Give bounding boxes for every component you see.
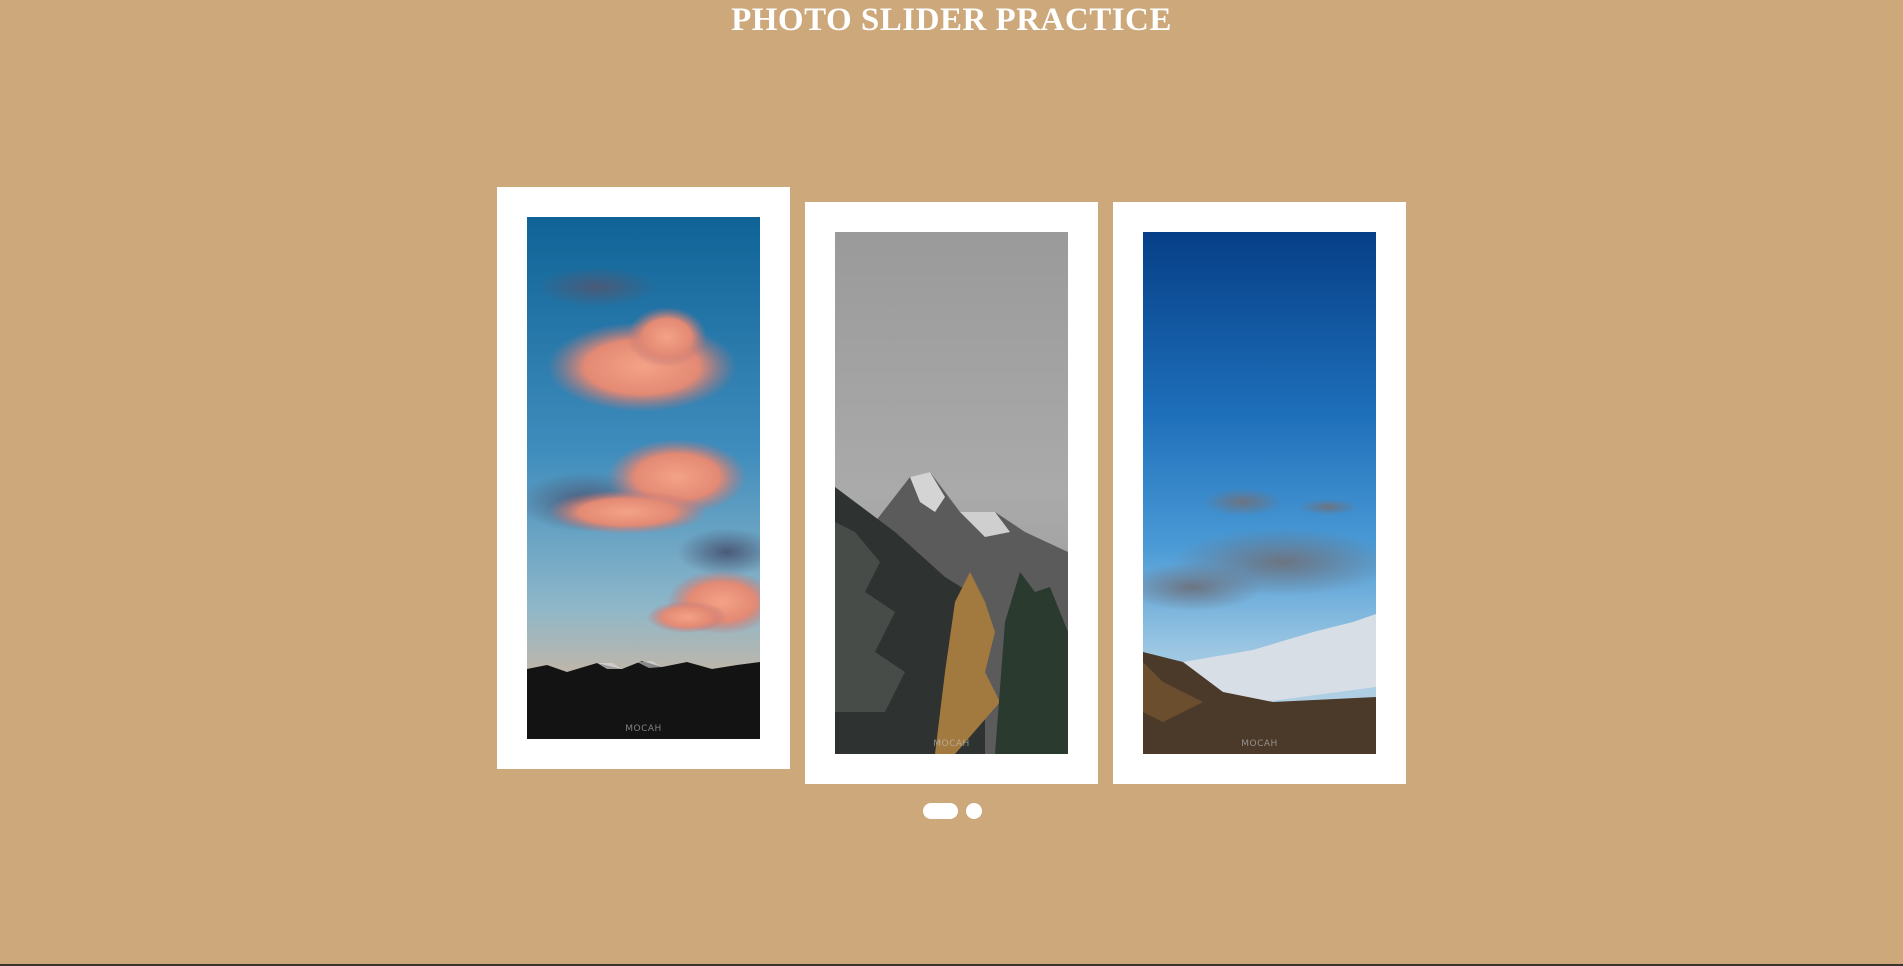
sunset-clouds-photo: MOCAH (527, 217, 760, 739)
photo-watermark: MOCAH (625, 724, 662, 734)
pagination-dot-active[interactable] (923, 803, 958, 819)
slide-card-1[interactable]: MOCAH (497, 187, 790, 769)
blue-sky-valley-photo: MOCAH (1143, 232, 1376, 754)
misty-mountain-photo: MOCAH (835, 232, 1068, 754)
photo-watermark: MOCAH (933, 739, 970, 749)
slide-card-2[interactable]: MOCAH (805, 202, 1098, 784)
slide-card-3[interactable]: MOCAH (1113, 202, 1406, 784)
pagination-dot[interactable] (966, 803, 982, 819)
page-title: PHOTO SLIDER PRACTICE (731, 2, 1172, 38)
slider-pagination (923, 803, 982, 819)
photo-watermark: MOCAH (1241, 739, 1278, 749)
